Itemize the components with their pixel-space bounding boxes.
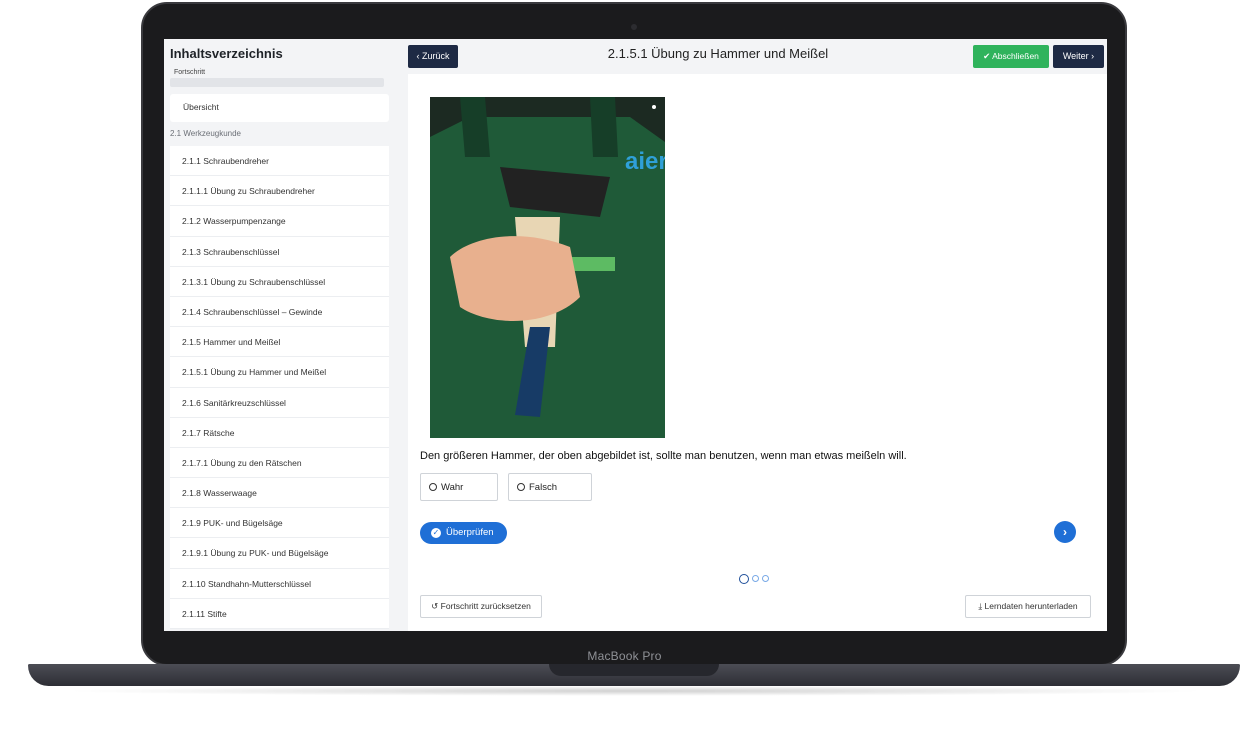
base-shadow [60, 686, 1210, 696]
chevron-right-icon: › [1091, 51, 1095, 61]
option-true[interactable]: Wahr [420, 473, 498, 501]
sidebar-item[interactable]: 2.1.9 PUK- und Bügelsäge [170, 508, 389, 539]
radio-icon [517, 483, 525, 491]
sidebar: Inhaltsverzeichnis Fortschritt Übersicht… [164, 39, 397, 631]
option-false[interactable]: Falsch [508, 473, 592, 501]
page-title: 2.1.5.1 Übung zu Hammer und Meißel [607, 46, 829, 61]
sidebar-item[interactable]: 2.1.3 Schraubenschlüssel [170, 237, 389, 267]
sidebar-item-active[interactable]: 2.1.5.1 Übung zu Hammer und Meißel [170, 357, 389, 388]
sidebar-item[interactable]: 2.1.7 Rätsche [170, 418, 389, 448]
sidebar-item[interactable]: 2.1.10 Standhahn-Mutterschlüssel [170, 569, 389, 599]
sidebar-title: Inhaltsverzeichnis [170, 46, 283, 61]
sidebar-item[interactable]: 2.1.5 Hammer und Meißel [170, 327, 389, 358]
laptop-mockup: MacBook Pro Inhaltsverzeichnis Fortschri… [0, 0, 1249, 738]
sidebar-item[interactable]: 2.1.7.1 Übung zu den Rätschen [170, 448, 389, 479]
check-icon: ✔ [983, 51, 991, 61]
page-dot-active[interactable] [739, 574, 749, 584]
check-answer-button[interactable]: ✓ Überprüfen [420, 522, 507, 544]
page-dot[interactable] [762, 575, 769, 582]
chevron-right-icon: › [1063, 525, 1067, 539]
undo-icon: ↺ [431, 601, 439, 611]
sidebar-list: 2.1.1 Schraubendreher 2.1.1.1 Übung zu S… [170, 146, 389, 629]
pagination-dots [739, 569, 772, 587]
sidebar-item[interactable]: 2.1.9.1 Übung zu PUK- und Bügelsäge [170, 538, 389, 569]
main-content: ‹ Zurück 2.1.5.1 Übung zu Hammer und Mei… [408, 39, 1107, 631]
check-label: Überprüfen [446, 527, 494, 538]
sidebar-item[interactable]: 2.1.8 Wasserwaage [170, 478, 389, 509]
sidebar-item-overview[interactable]: Übersicht [170, 94, 389, 122]
finish-label: Abschließen [992, 51, 1039, 61]
next-label: Weiter [1062, 51, 1089, 61]
check-circle-icon: ✓ [431, 528, 441, 538]
option-label: Falsch [529, 482, 557, 493]
device-brand: MacBook Pro [587, 649, 662, 663]
sidebar-item[interactable]: 2.1.1.1 Übung zu Schraubendreher [170, 176, 389, 207]
download-icon: ⤓ [978, 601, 983, 611]
radio-icon [429, 483, 437, 491]
next-button[interactable]: Weiter › [1053, 45, 1104, 68]
page-dot[interactable] [752, 575, 759, 582]
svg-text:aier: aier [625, 148, 665, 175]
back-button[interactable]: ‹ Zurück [408, 45, 458, 68]
next-question-button[interactable]: › [1054, 521, 1076, 543]
option-label: Wahr [441, 482, 464, 493]
question-text: Den größeren Hammer, der oben abgebildet… [420, 450, 907, 462]
progress-label: Fortschritt [174, 69, 206, 76]
download-label: Lerndaten herunterladen [984, 601, 1078, 611]
sidebar-section-heading: 2.1 Werkzeugkunde [170, 129, 242, 138]
finish-button[interactable]: ✔ Abschließen [973, 45, 1049, 68]
topbar: ‹ Zurück 2.1.5.1 Übung zu Hammer und Mei… [408, 39, 1107, 74]
sidebar-item[interactable]: 2.1.6 Sanitärkreuzschlüssel [170, 388, 389, 418]
progress-bar [170, 78, 384, 87]
laptop-notch [549, 664, 719, 676]
hammer-photo: aier [430, 97, 665, 438]
sidebar-item[interactable]: 2.1.1 Schraubendreher [170, 146, 389, 177]
download-data-button[interactable]: ⤓ Lerndaten herunterladen [965, 595, 1091, 618]
sidebar-item[interactable]: 2.1.11 Stifte [170, 599, 389, 629]
sidebar-item[interactable]: 2.1.4 Schraubenschlüssel – Gewinde [170, 297, 389, 328]
screen: Inhaltsverzeichnis Fortschritt Übersicht… [164, 39, 1107, 631]
sidebar-item[interactable]: 2.1.3.1 Übung zu Schraubenschlüssel [170, 267, 389, 297]
camera-icon [631, 24, 637, 30]
sidebar-item[interactable]: 2.1.2 Wasserpumpenzange [170, 206, 389, 237]
reset-progress-button[interactable]: ↺ Fortschritt zurücksetzen [420, 595, 542, 618]
chevron-left-icon: ‹ [416, 51, 420, 61]
back-label: Zurück [422, 51, 450, 61]
reset-label: Fortschritt zurücksetzen [440, 601, 531, 611]
